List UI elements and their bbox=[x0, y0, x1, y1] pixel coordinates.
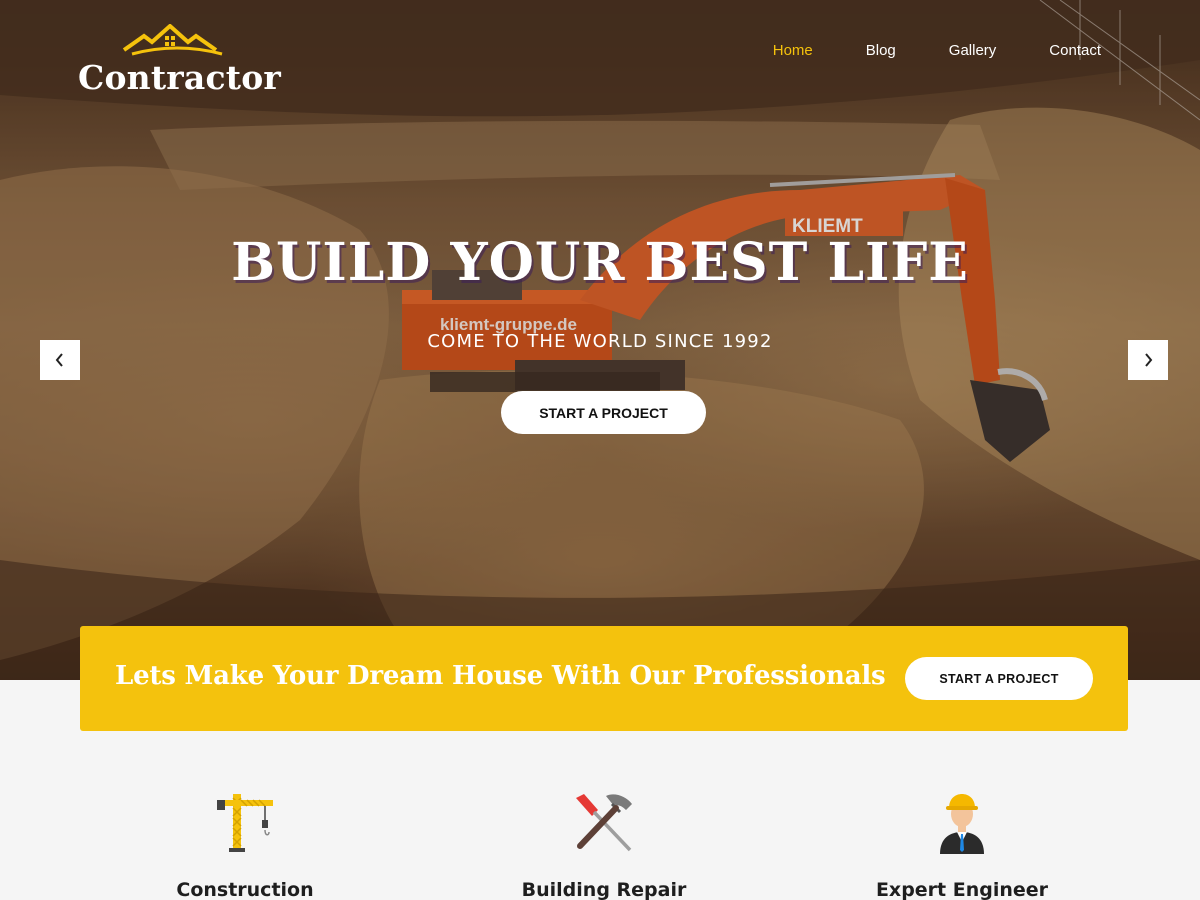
cta-text: Lets Make Your Dream House With Our Prof… bbox=[115, 661, 886, 691]
crane-icon bbox=[217, 794, 273, 852]
service-title: Building Repair bbox=[521, 879, 687, 900]
nav-item-blog[interactable]: Blog bbox=[866, 42, 896, 59]
nav-item-home[interactable]: Home bbox=[773, 42, 813, 59]
chevron-right-icon bbox=[1145, 353, 1153, 367]
service-title: Expert Engineer bbox=[875, 879, 1049, 900]
service-construction[interactable]: Construction bbox=[125, 790, 365, 900]
slider-prev-button[interactable] bbox=[40, 340, 80, 380]
service-building-repair[interactable]: Building Repair bbox=[484, 790, 724, 900]
hero-start-project-button[interactable]: START A PROJECT bbox=[501, 391, 706, 434]
hammer-screwdriver-icon bbox=[576, 794, 632, 852]
main-nav: Home Blog Gallery Contact bbox=[720, 42, 1101, 59]
hero-title: BUILD YOUR BEST LIFE bbox=[231, 232, 969, 293]
hero-subtitle: COME TO THE WORLD SINCE 1992 bbox=[427, 331, 773, 352]
service-expert-engineer[interactable]: Expert Engineer bbox=[842, 790, 1082, 900]
brand-name: Contractor bbox=[78, 58, 282, 97]
service-title: Construction bbox=[176, 879, 314, 900]
cta-banner: Lets Make Your Dream House With Our Prof… bbox=[80, 626, 1128, 731]
engineer-icon bbox=[940, 794, 984, 854]
hero-slider: kliemt-gruppe.de KLIEMT Contractor Home … bbox=[0, 0, 1200, 680]
brand-logo[interactable]: Contractor bbox=[78, 24, 281, 98]
nav-item-gallery[interactable]: Gallery bbox=[949, 42, 997, 59]
house-roof-icon bbox=[122, 24, 223, 56]
chevron-left-icon bbox=[55, 353, 63, 367]
slider-next-button[interactable] bbox=[1128, 340, 1168, 380]
cta-start-project-button[interactable]: START A PROJECT bbox=[905, 657, 1093, 700]
nav-item-contact[interactable]: Contact bbox=[1049, 42, 1101, 59]
